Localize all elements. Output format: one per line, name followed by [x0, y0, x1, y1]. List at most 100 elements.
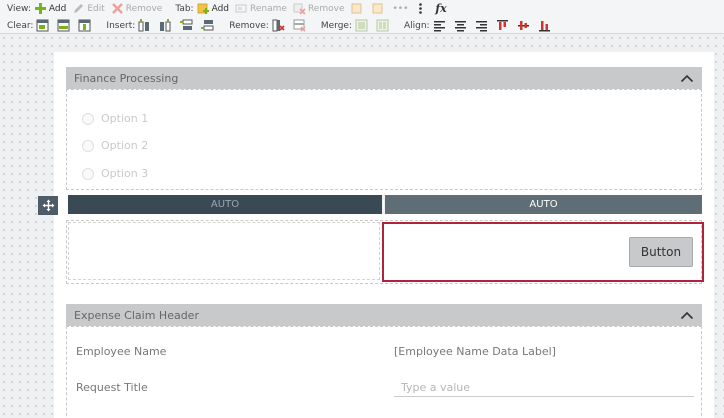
grip-icon	[383, 200, 384, 209]
more-button[interactable]: •••	[392, 4, 408, 14]
align-bottom-icon	[538, 19, 551, 32]
tab-move-right-button[interactable]	[371, 2, 386, 15]
table-cell-left[interactable]	[68, 222, 380, 280]
tab-label: Tab:	[175, 3, 194, 14]
insert-column-left-button[interactable]	[138, 19, 153, 32]
view-add-label: Add	[48, 3, 67, 14]
button-control[interactable]: Button	[629, 237, 693, 267]
section-title: Finance Processing	[74, 71, 179, 85]
column-header-left[interactable]: AUTO	[68, 195, 382, 214]
more-icon: •••	[392, 3, 409, 14]
clear-row-button[interactable]	[57, 19, 72, 32]
tab-add-icon	[197, 2, 210, 15]
tab-add-button[interactable]: Add	[197, 2, 229, 15]
merge-cells-icon	[355, 19, 368, 32]
section-title: Expense Claim Header	[74, 308, 199, 322]
align-middle-icon	[517, 19, 530, 32]
view-add-button[interactable]: Add	[34, 2, 66, 15]
merge-label: Merge:	[320, 20, 352, 31]
align-right-button[interactable]	[475, 19, 490, 32]
align-left-button[interactable]	[433, 19, 448, 32]
radio-option-3[interactable]: Option 3	[82, 167, 148, 180]
clear-cell-icon	[36, 19, 49, 32]
clear-column-button[interactable]	[78, 19, 93, 32]
clear-column-icon	[78, 19, 91, 32]
view-remove-label: Remove	[125, 3, 163, 14]
radio-button[interactable]	[82, 167, 94, 180]
insert-row-above-icon	[180, 19, 193, 32]
fx-icon: fx	[435, 2, 447, 15]
radio-button[interactable]	[82, 139, 94, 152]
tab-move-left-button[interactable]	[350, 2, 365, 15]
chevron-up-icon[interactable]	[680, 310, 694, 320]
tab-rename-label: Rename	[250, 3, 287, 14]
kebab-menu-button[interactable]	[414, 2, 429, 15]
remove-label: Remove:	[229, 20, 269, 31]
remove-column-button[interactable]	[272, 19, 287, 32]
remove-column-icon	[272, 19, 285, 32]
expense-fields-region	[66, 326, 702, 418]
toolbar-row-table: Clear: Insert: Remove: Merge: Align:	[0, 17, 559, 34]
radio-label: Option 1	[101, 112, 149, 125]
align-top-button[interactable]	[496, 19, 511, 32]
align-bottom-button[interactable]	[538, 19, 553, 32]
unmerge-cells-icon	[376, 19, 389, 32]
tab-remove-icon	[293, 2, 306, 15]
radio-button[interactable]	[82, 112, 94, 125]
align-center-icon	[454, 19, 467, 32]
rename-icon	[235, 2, 248, 15]
view-label: View:	[7, 3, 31, 14]
view-edit-button[interactable]: Edit	[72, 2, 105, 15]
radio-label: Option 2	[101, 139, 149, 152]
insert-row-below-button[interactable]	[201, 19, 216, 32]
tab-left-icon	[350, 2, 363, 15]
expense-claim-header[interactable]: Expense Claim Header	[66, 304, 702, 326]
request-title-input[interactable]	[394, 378, 694, 397]
remove-row-button[interactable]	[293, 19, 308, 32]
align-left-icon	[433, 19, 446, 32]
unmerge-cells-button[interactable]	[376, 19, 391, 32]
insert-row-below-icon	[201, 19, 214, 32]
remove-x-icon	[111, 2, 124, 15]
expression-button[interactable]: fx	[435, 2, 446, 15]
merge-cells-button[interactable]	[355, 19, 370, 32]
radio-option-1[interactable]: Option 1	[82, 112, 148, 125]
align-center-button[interactable]	[454, 19, 469, 32]
request-title-label: Request Title	[76, 381, 148, 394]
insert-column-right-icon	[159, 19, 172, 32]
add-icon	[34, 2, 47, 15]
align-label: Align:	[403, 20, 430, 31]
insert-row-above-button[interactable]	[180, 19, 195, 32]
align-middle-button[interactable]	[517, 19, 532, 32]
pencil-icon	[72, 2, 85, 15]
chevron-up-icon[interactable]	[680, 73, 694, 83]
column-width-label: AUTO	[210, 199, 240, 210]
finance-processing-header[interactable]: Finance Processing	[66, 67, 702, 89]
radio-option-2[interactable]: Option 2	[82, 139, 148, 152]
finance-options-region	[66, 89, 702, 190]
insert-label: Insert:	[106, 20, 136, 31]
align-right-icon	[475, 19, 488, 32]
move-arrows-icon	[42, 199, 54, 212]
clear-cell-button[interactable]	[36, 19, 51, 32]
tab-remove-label: Remove	[307, 3, 345, 14]
align-top-icon	[496, 19, 509, 32]
clear-row-icon	[57, 19, 70, 32]
tab-rename-button[interactable]: Rename	[235, 2, 287, 15]
tab-add-label: Add	[211, 3, 230, 14]
table-move-handle[interactable]	[38, 196, 58, 215]
radio-label: Option 3	[101, 167, 149, 180]
tab-right-icon	[371, 2, 384, 15]
insert-column-right-button[interactable]	[159, 19, 174, 32]
view-edit-label: Edit	[87, 3, 105, 14]
button-label: Button	[640, 245, 682, 259]
view-remove-button[interactable]: Remove	[111, 2, 163, 15]
remove-row-icon	[293, 19, 306, 32]
employee-name-label: Employee Name	[76, 345, 167, 358]
insert-column-left-icon	[138, 19, 151, 32]
column-width-label: AUTO	[529, 199, 558, 210]
column-header-right[interactable]: AUTO	[385, 195, 702, 214]
tab-remove-button[interactable]: Remove	[293, 2, 345, 15]
kebab-icon	[414, 2, 427, 15]
clear-label: Clear:	[7, 20, 34, 31]
